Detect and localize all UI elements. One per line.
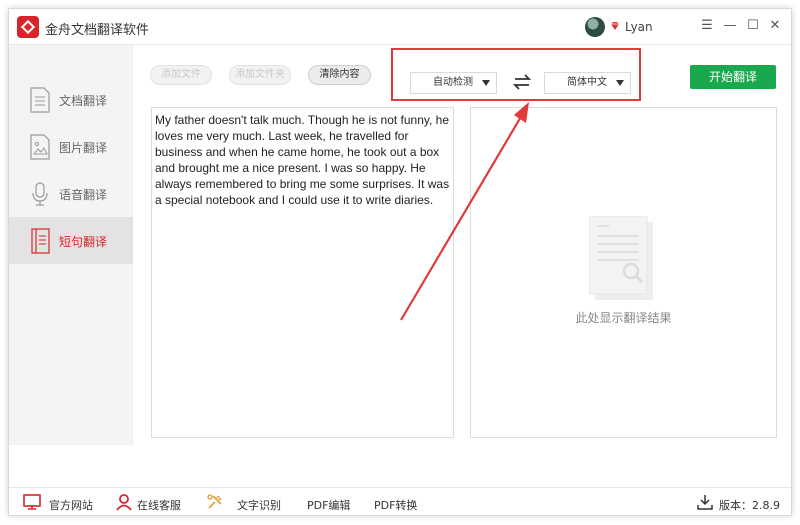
sidebar-item-label: 图片翻译 [59, 141, 108, 155]
ocr-icon [207, 494, 222, 509]
sidebar-item-document-translate[interactable]: 文档翻译 [9, 76, 133, 123]
sidebar-item-voice-translate[interactable]: 语音翻译 [9, 170, 133, 217]
customer-service-icon [116, 494, 132, 511]
pdf-convert-link[interactable]: PDF转换 [374, 497, 417, 513]
microphone-icon [32, 182, 48, 206]
add-folder-button[interactable]: 添加文件夹 [229, 65, 291, 85]
app-window: 金舟文档翻译软件 Lyan ☰ — ☐ ✕ 文档翻译 图片翻译 语音翻译 短句翻… [8, 8, 792, 516]
result-placeholder: 此处显示翻译结果 [575, 311, 672, 325]
start-translate-button[interactable]: 开始翻译 [690, 65, 776, 89]
monitor-icon [23, 494, 41, 510]
result-area: 此处显示翻译结果 [470, 107, 777, 438]
close-button[interactable]: ✕ [767, 17, 783, 35]
download-icon [697, 495, 713, 510]
annotation-highlight-box [391, 48, 641, 101]
text-recognition-link[interactable]: 文字识别 [237, 497, 281, 513]
official-website-link[interactable]: 官方网站 [49, 497, 93, 513]
avatar[interactable] [585, 17, 605, 37]
sidebar: 文档翻译 图片翻译 语音翻译 短句翻译 [9, 45, 133, 445]
sidebar-item-label: 短句翻译 [59, 235, 108, 249]
sidebar-item-sentence-translate[interactable]: 短句翻译 [9, 217, 133, 264]
version-label: 版本：2.8.9 [719, 499, 780, 512]
app-title: 金舟文档翻译软件 [45, 23, 150, 38]
pdf-edit-link[interactable]: PDF编辑 [307, 497, 350, 513]
add-file-button[interactable]: 添加文件 [150, 65, 212, 85]
username[interactable]: Lyan [625, 20, 653, 34]
image-icon [30, 134, 50, 160]
sidebar-item-image-translate[interactable]: 图片翻译 [9, 123, 133, 170]
source-text[interactable]: My father doesn't talk much. Though he i… [155, 112, 453, 208]
minimize-button[interactable]: — [722, 17, 738, 35]
title-bar: 金舟文档翻译软件 Lyan ☰ — ☐ ✕ [9, 9, 791, 45]
online-support-link[interactable]: 在线客服 [137, 497, 181, 513]
sidebar-item-label: 语音翻译 [59, 188, 108, 202]
empty-document-icon [589, 216, 653, 300]
sidebar-item-label: 文档翻译 [59, 94, 108, 108]
notebook-icon [31, 228, 50, 254]
vip-gem-icon [611, 22, 619, 30]
source-text-area[interactable]: My father doesn't talk much. Though he i… [151, 107, 454, 438]
app-logo-icon [17, 16, 39, 38]
menu-icon[interactable]: ☰ [699, 17, 715, 35]
document-icon [30, 87, 50, 113]
maximize-button[interactable]: ☐ [745, 17, 761, 35]
clear-content-button[interactable]: 清除内容 [308, 65, 371, 85]
status-bar: 官方网站 在线客服 文字识别 PDF编辑 PDF转换 版本：2.8.9 [9, 487, 791, 515]
